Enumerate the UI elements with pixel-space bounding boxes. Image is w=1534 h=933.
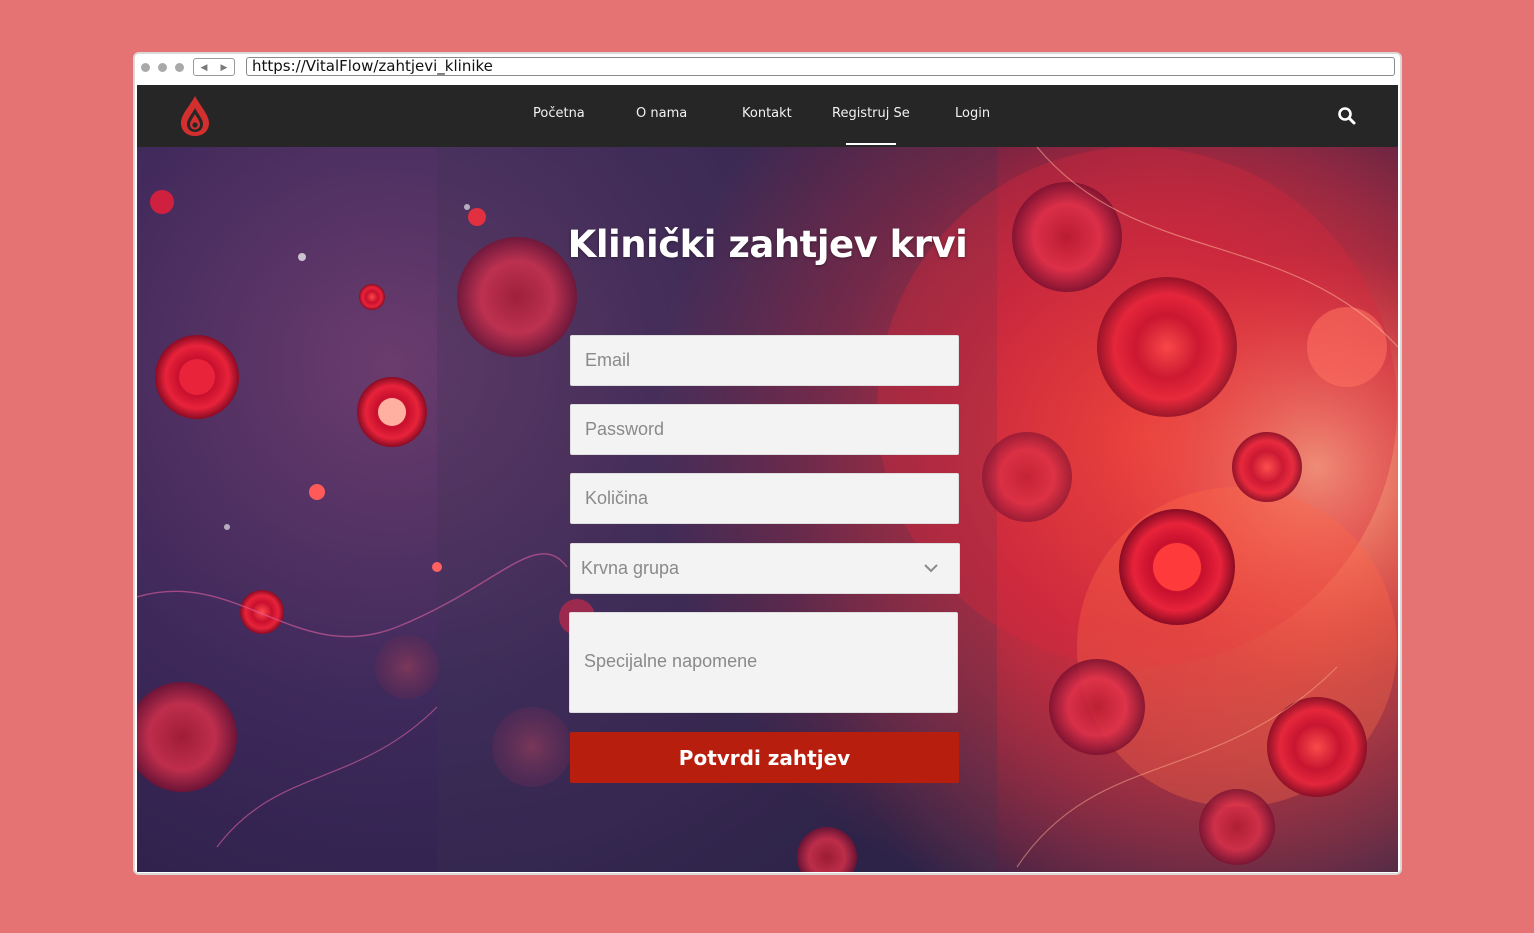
- search-icon[interactable]: [1337, 106, 1357, 126]
- back-icon[interactable]: ◀: [201, 62, 208, 73]
- quantity-field[interactable]: [570, 473, 959, 524]
- blood-type-select[interactable]: Krvna grupa: [570, 543, 960, 594]
- nav-item-pocetna[interactable]: Početna: [533, 106, 585, 121]
- browser-window: ◀ ▶ https://VitalFlow/zahtjevi_klinike P…: [133, 52, 1402, 875]
- navbar: Početna O nama Kontakt Registruj Se Logi…: [137, 85, 1398, 147]
- website: Početna O nama Kontakt Registruj Se Logi…: [137, 85, 1398, 872]
- window-dot[interactable]: [175, 63, 184, 72]
- special-notes-field[interactable]: [569, 612, 958, 713]
- window-controls: [141, 63, 184, 72]
- nav-item-login[interactable]: Login: [955, 106, 990, 121]
- email-field[interactable]: [570, 335, 959, 386]
- blood-type-select-label: Krvna grupa: [581, 558, 680, 578]
- forward-icon[interactable]: ▶: [221, 62, 228, 73]
- address-bar[interactable]: https://VitalFlow/zahtjevi_klinike: [246, 57, 1395, 76]
- window-dot[interactable]: [141, 63, 150, 72]
- main-menu: Početna O nama Kontakt Registruj Se Logi…: [137, 85, 1398, 147]
- nav-item-o-nama[interactable]: O nama: [636, 106, 687, 121]
- chevron-down-icon: [924, 564, 938, 573]
- hero-section: Klinički zahtjev krvi Krvna grupa Potvrd…: [137, 147, 1398, 872]
- page-title: Klinički zahtjev krvi: [567, 223, 968, 266]
- window-dot[interactable]: [158, 63, 167, 72]
- history-buttons: ◀ ▶: [193, 58, 235, 76]
- browser-chrome: ◀ ▶ https://VitalFlow/zahtjevi_klinike: [135, 54, 1400, 84]
- nav-item-kontakt[interactable]: Kontakt: [742, 106, 792, 121]
- password-field[interactable]: [570, 404, 959, 455]
- active-nav-indicator: [846, 143, 896, 145]
- nav-item-registruj-se[interactable]: Registruj Se: [832, 106, 910, 121]
- submit-request-button[interactable]: Potvrdi zahtjev: [570, 732, 959, 783]
